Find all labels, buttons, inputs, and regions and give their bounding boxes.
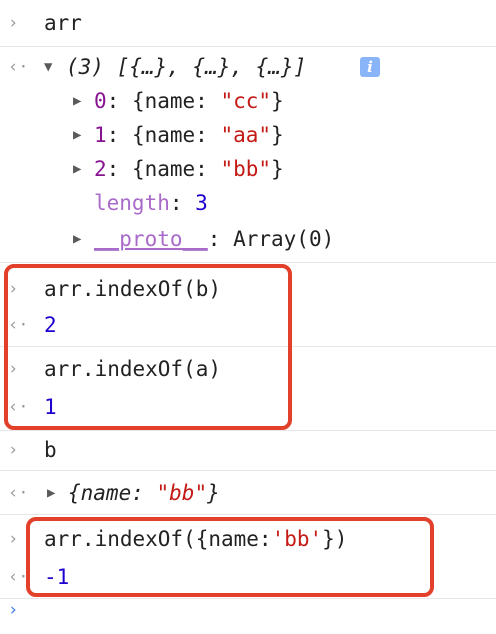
expand-triangle-icon[interactable]: ▶ bbox=[73, 118, 81, 152]
array-item-0[interactable]: ▶ 0: {name: "cc"} bbox=[0, 84, 496, 118]
input-prompt-icon: › bbox=[8, 13, 19, 33]
array-item-text: 2: {name: "bb"} bbox=[94, 157, 284, 181]
input-prompt-icon: › bbox=[8, 529, 19, 549]
console-prompt[interactable]: › bbox=[0, 600, 496, 634]
command-text: b bbox=[44, 438, 57, 462]
row-divider bbox=[0, 262, 496, 263]
array-item-text: 1: {name: "aa"} bbox=[94, 123, 284, 147]
array-item-1[interactable]: ▶ 1: {name: "aa"} bbox=[0, 118, 496, 152]
array-item-2[interactable]: ▶ 2: {name: "bb"} bbox=[0, 152, 496, 186]
array-item-text: 0: {name: "cc"} bbox=[94, 89, 284, 113]
output-prompt-icon: ‹· bbox=[8, 483, 29, 503]
length-text: length: 3 bbox=[94, 191, 208, 215]
highlight-box-indexof-group bbox=[4, 264, 292, 430]
highlight-box-indexof-literal bbox=[26, 517, 434, 597]
console-input-arr[interactable]: › arr bbox=[0, 6, 496, 40]
input-prompt-icon: › bbox=[8, 600, 19, 620]
collapse-triangle-icon[interactable]: ▼ bbox=[44, 50, 52, 84]
expand-triangle-icon[interactable]: ▶ bbox=[47, 476, 55, 510]
expand-triangle-icon[interactable]: ▶ bbox=[73, 152, 81, 186]
console-output-object[interactable]: ‹· ▶ {name: "bb"} bbox=[0, 476, 496, 510]
info-icon[interactable]: i bbox=[360, 57, 380, 77]
output-prompt-icon: ‹· bbox=[8, 57, 29, 77]
row-divider bbox=[0, 46, 496, 47]
array-summary: (3) [{…}, {…}, {…}] bbox=[66, 55, 307, 79]
row-divider bbox=[0, 598, 496, 599]
proto-text: __proto__: Array(0) bbox=[94, 227, 335, 251]
row-divider bbox=[0, 430, 496, 431]
array-proto[interactable]: ▶ __proto__: Array(0) bbox=[0, 222, 496, 256]
expand-triangle-icon[interactable]: ▶ bbox=[73, 222, 81, 256]
console-output-array[interactable]: ‹· ▼ (3) [{…}, {…}, {…}] i bbox=[0, 50, 496, 84]
row-divider bbox=[0, 514, 496, 515]
output-prompt-icon: ‹· bbox=[8, 567, 29, 587]
object-preview: {name: "bb"} bbox=[68, 481, 220, 505]
array-length: length: 3 bbox=[0, 186, 496, 220]
command-text: arr bbox=[44, 11, 82, 35]
row-divider bbox=[0, 470, 496, 471]
console-input-b[interactable]: › b bbox=[0, 433, 496, 467]
input-prompt-icon: › bbox=[8, 440, 19, 460]
expand-triangle-icon[interactable]: ▶ bbox=[73, 84, 81, 118]
